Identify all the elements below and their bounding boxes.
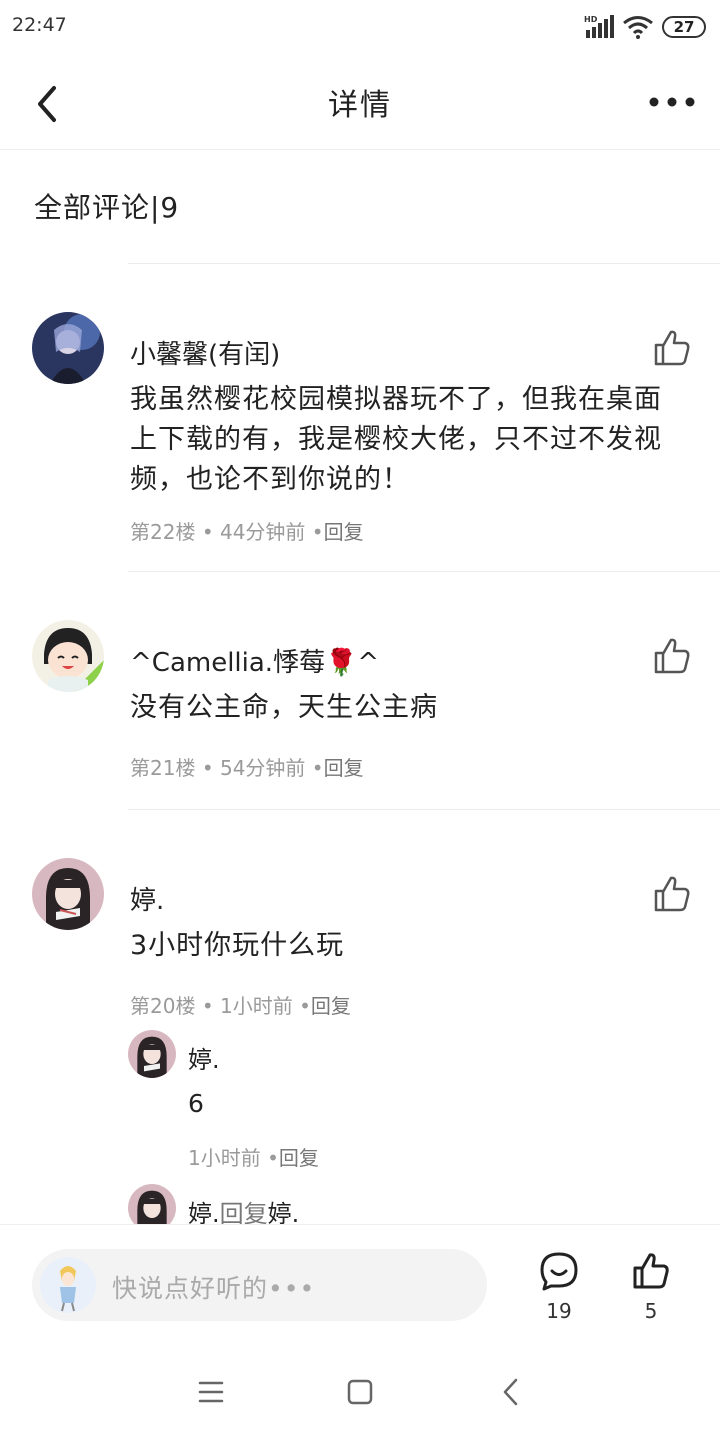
wifi-icon bbox=[623, 16, 653, 39]
like-button[interactable]: 5 bbox=[624, 1249, 678, 1329]
more-horizontal-icon bbox=[649, 97, 695, 107]
comment-username[interactable]: 婷. bbox=[130, 880, 164, 917]
comment-meta: 第20楼 • 1小时前 •回复 bbox=[130, 990, 351, 1019]
reply-content: 6 bbox=[188, 1089, 205, 1118]
comment-time: 44分钟前 bbox=[219, 520, 306, 544]
comment-item: 婷. 3小时你玩什么玩 第20楼 • 1小时前 •回复 婷. 6 1小时前 •回… bbox=[0, 810, 720, 1224]
comment-time: 1小时前 bbox=[219, 994, 293, 1018]
reply-username[interactable]: 婷. bbox=[188, 1200, 220, 1224]
like-icon[interactable] bbox=[652, 636, 692, 676]
signal-icon: HD bbox=[584, 15, 614, 38]
comment-item: 小馨馨(有闰) 我虽然樱花校园模拟器玩不了，但我在桌面上下载的有，我是樱校大佬，… bbox=[0, 264, 720, 571]
battery-icon: 27 bbox=[662, 16, 706, 38]
like-count: 5 bbox=[644, 1299, 658, 1323]
reply-item: 婷. 6 1小时前 •回复 bbox=[128, 1030, 688, 1180]
reply-button[interactable]: 回复 bbox=[279, 1146, 319, 1170]
status-bar: 22:47 HD 27 bbox=[0, 0, 720, 52]
comment-input[interactable]: 快说点好听的••• bbox=[32, 1249, 487, 1321]
comment-floor: 第21楼 bbox=[130, 756, 196, 780]
avatar[interactable] bbox=[32, 620, 104, 692]
comment-meta: 第22楼 • 44分钟前 •回复 bbox=[130, 516, 364, 545]
input-placeholder: 快说点好听的••• bbox=[112, 1274, 316, 1303]
comment-content: 3小时你玩什么玩 bbox=[130, 930, 345, 961]
header: 详情 bbox=[0, 52, 720, 150]
reply-meta: 1小时前 •回复 bbox=[188, 1142, 319, 1171]
reply-to-label: 回复 bbox=[219, 1200, 268, 1224]
comment-content: 没有公主命，天生公主病 bbox=[130, 692, 438, 723]
status-time: 22:47 bbox=[12, 14, 67, 36]
reply-time: 1小时前 bbox=[188, 1146, 261, 1170]
avatar[interactable] bbox=[32, 312, 104, 384]
back-triangle-icon[interactable] bbox=[500, 1378, 522, 1406]
network-type-label: HD bbox=[584, 15, 598, 24]
avatar[interactable] bbox=[128, 1184, 176, 1224]
avatar[interactable] bbox=[32, 858, 104, 930]
menu-icon[interactable] bbox=[198, 1380, 224, 1404]
meta-separator: • bbox=[311, 520, 324, 544]
comment-count: 19 bbox=[546, 1299, 572, 1323]
meta-separator: • bbox=[311, 756, 324, 780]
comment-time: 54分钟前 bbox=[219, 756, 306, 780]
like-icon[interactable] bbox=[652, 328, 692, 368]
comments-button[interactable]: 19 bbox=[532, 1249, 586, 1329]
comment-content: 我虽然樱花校园模拟器玩不了，但我在桌面上下载的有，我是樱校大佬，只不过不发视频，… bbox=[130, 384, 662, 495]
comment-meta: 第21楼 • 54分钟前 •回复 bbox=[130, 752, 364, 781]
comment-floor: 第20楼 bbox=[130, 994, 196, 1018]
system-nav-bar bbox=[0, 1344, 720, 1440]
page-title: 详情 bbox=[328, 88, 392, 123]
reply-username[interactable]: 婷. bbox=[188, 1040, 220, 1075]
meta-separator: • bbox=[201, 756, 220, 780]
meta-separator: • bbox=[267, 1146, 279, 1170]
meta-separator: • bbox=[201, 520, 220, 544]
like-icon[interactable] bbox=[652, 874, 692, 914]
comment-bubble-icon bbox=[540, 1252, 578, 1291]
thumbs-up-icon bbox=[633, 1253, 669, 1289]
meta-separator: • bbox=[201, 994, 220, 1018]
comment-floor: 第22楼 bbox=[130, 520, 196, 544]
reply-button[interactable]: 回复 bbox=[324, 756, 364, 780]
avatar bbox=[40, 1257, 96, 1313]
reply-button[interactable]: 回复 bbox=[324, 520, 364, 544]
reply-header: 婷.回复婷. bbox=[188, 1194, 299, 1224]
meta-separator: • bbox=[299, 994, 311, 1018]
comment-username[interactable]: ^Camellia.悸莓🌹^ bbox=[130, 642, 379, 679]
avatar[interactable] bbox=[128, 1030, 176, 1078]
bottom-bar: 快说点好听的••• 19 5 bbox=[0, 1224, 720, 1345]
more-button[interactable] bbox=[646, 88, 698, 116]
reply-item: 婷.回复婷. bbox=[128, 1184, 688, 1224]
comment-item: ^Camellia.悸莓🌹^ 没有公主命，天生公主病 第21楼 • 54分钟前 … bbox=[0, 572, 720, 809]
comment-username[interactable]: 小馨馨(有闰) bbox=[130, 334, 280, 371]
comments-count-header: 全部评论|9 bbox=[34, 191, 180, 224]
reply-button[interactable]: 回复 bbox=[311, 994, 351, 1018]
reply-target-username[interactable]: 婷. bbox=[268, 1200, 300, 1224]
home-square-icon[interactable] bbox=[346, 1379, 374, 1405]
